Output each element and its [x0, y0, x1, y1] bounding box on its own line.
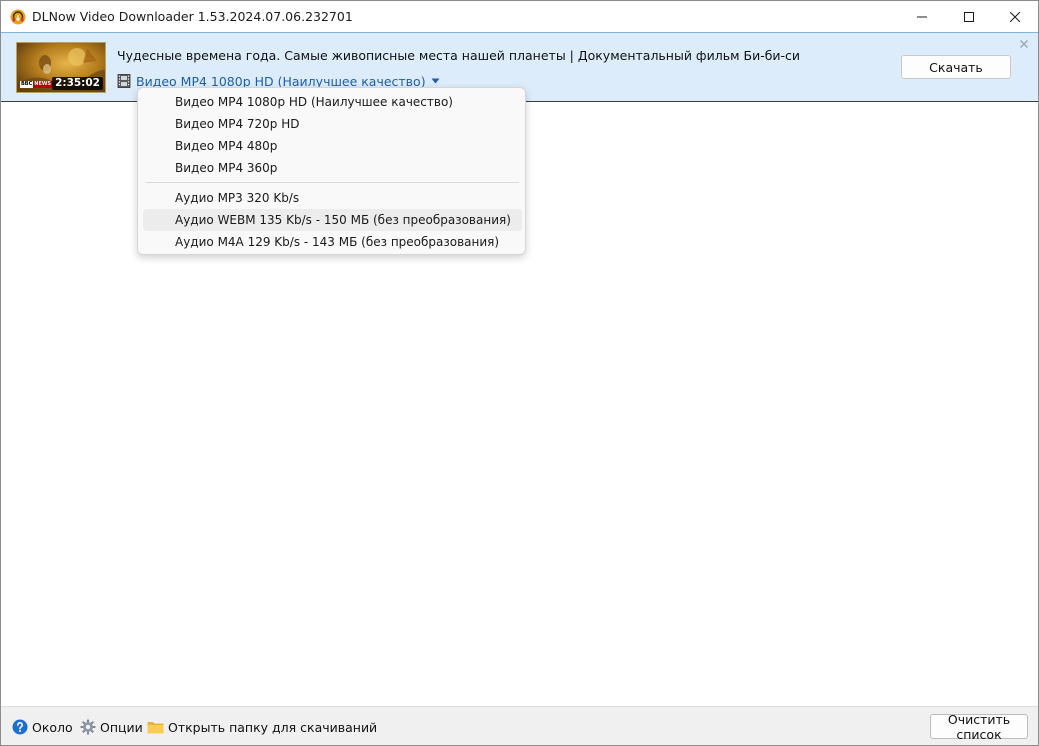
video-duration: 2:35:02: [52, 77, 103, 90]
download-button[interactable]: Скачать: [901, 55, 1011, 79]
options-button[interactable]: Опции: [80, 718, 143, 736]
video-thumbnail[interactable]: BBC NEWS 2:35:02: [16, 42, 106, 93]
open-folder-button[interactable]: Открыть папку для скачиваний: [147, 718, 377, 736]
video-title: Чудесные времена года. Самые живописные …: [117, 48, 801, 63]
maximize-button[interactable]: [946, 1, 992, 32]
headphones-download-icon: [10, 9, 26, 25]
film-icon: [117, 74, 131, 88]
download-list: [1, 102, 1038, 706]
close-icon: [1010, 11, 1020, 22]
clear-list-button[interactable]: Очистить список: [930, 712, 1028, 742]
open-folder-label: Открыть папку для скачиваний: [168, 719, 378, 735]
title-bar: DLNow Video Downloader 1.53.2024.07.06.2…: [1, 1, 1038, 32]
app-window: DLNow Video Downloader 1.53.2024.07.06.2…: [0, 0, 1039, 746]
minimize-button[interactable]: [899, 1, 945, 32]
about-button[interactable]: Около: [12, 718, 73, 736]
folder-icon: [147, 721, 164, 733]
maximize-icon: [964, 11, 974, 22]
about-label: Около: [32, 719, 73, 735]
gear-icon: [80, 719, 96, 735]
bbc-news-badge: BBC NEWS: [20, 81, 53, 88]
chevron-down-icon: [431, 78, 440, 84]
close-button[interactable]: [992, 1, 1038, 32]
help-icon: [12, 719, 28, 735]
window-title: DLNow Video Downloader 1.53.2024.07.06.2…: [32, 9, 353, 24]
badge-news: NEWS: [33, 81, 53, 88]
badge-bbc: BBC: [20, 81, 34, 88]
close-banner-icon[interactable]: [1019, 39, 1029, 49]
bottom-bar: Около Опции Открыть папку для скачиваний…: [1, 706, 1038, 745]
minimize-icon: [917, 16, 927, 17]
options-label: Опции: [100, 719, 143, 735]
